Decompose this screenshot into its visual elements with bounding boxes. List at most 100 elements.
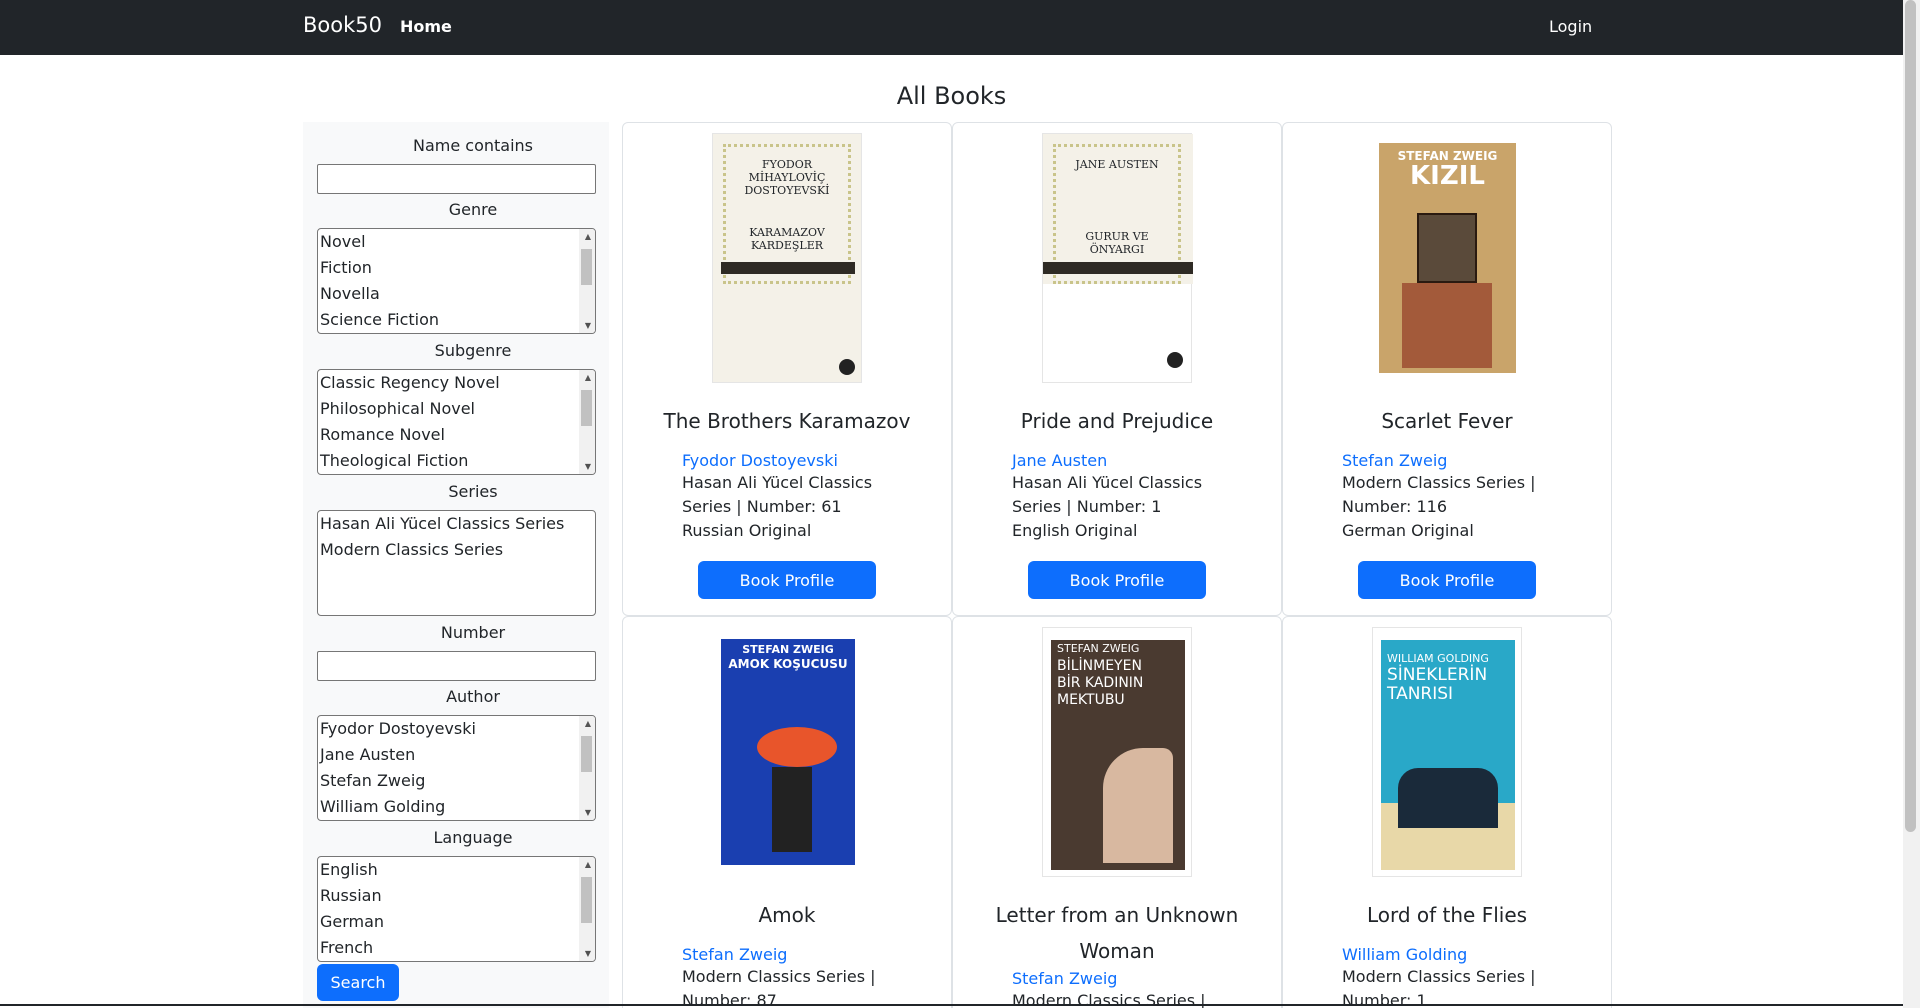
subgenre-select[interactable]: Classic Regency Novel Philosophical Nove… (317, 369, 596, 475)
book-number-line: Number: 116 (1342, 497, 1448, 516)
author-option[interactable]: Fyodor Dostoyevski (318, 716, 595, 742)
genre-option[interactable]: Novella (318, 281, 595, 307)
book-title: Letter from an Unknown Woman (995, 903, 1239, 963)
cover-title-text: GURUR VE ÖNYARGI (1085, 230, 1149, 256)
book-profile-button[interactable]: Book Profile (1028, 561, 1206, 599)
language-option[interactable]: French (318, 935, 595, 961)
book-language-line: Russian Original (682, 521, 812, 540)
series-select[interactable]: Hasan Ali Yücel Classics Series Modern C… (317, 510, 596, 616)
book-series-line: Modern Classics Series | (1342, 473, 1536, 492)
book-title: The Brothers Karamazov (663, 409, 911, 433)
book-card: JANE AUSTEN GURUR VE ÖNYARGI Pride and P… (952, 122, 1282, 616)
subgenre-filter-label: Subgenre (434, 341, 512, 360)
book-series-line: Modern Classics Series | (1342, 967, 1536, 986)
page-scrollbar-thumb[interactable] (1905, 0, 1916, 832)
name-filter-label: Name contains (412, 136, 533, 155)
window-bottom-edge (0, 1004, 1903, 1006)
number-filter-label: Number (440, 623, 506, 642)
book-cover-image[interactable]: FYODOR MİHAYLOVİÇ DOSTOYEVSKİ KARAMAZOV … (712, 133, 862, 383)
book-language-line: German Original (1342, 521, 1474, 540)
cover-author-text: STEFAN ZWEIG (742, 643, 834, 656)
language-select[interactable]: English Russian German French ▲ ▼ (317, 856, 596, 962)
book-language-line: English Original (1012, 521, 1138, 540)
book-card: STEFAN ZWEIG KIZIL Scarlet Fever Stefan … (1282, 122, 1612, 616)
genre-select[interactable]: Novel Fiction Novella Science Fiction ▲ ▼ (317, 228, 596, 334)
book-title: Pride and Prejudice (1020, 409, 1214, 433)
book-author-link[interactable]: Jane Austen (1012, 451, 1107, 470)
book-card: STEFAN ZWEIG AMOK KOŞUCUSU Amok Stefan Z… (622, 616, 952, 1008)
search-button[interactable]: Search (317, 964, 399, 1001)
nav-home-link[interactable]: Home (400, 17, 452, 36)
page-title: All Books (896, 82, 1007, 110)
book-author-link[interactable]: Stefan Zweig (1342, 451, 1447, 470)
book-profile-button[interactable]: Book Profile (1358, 561, 1536, 599)
cover-title-text: BİLİNMEYEN BİR KADININ MEKTUBU (1057, 658, 1144, 708)
language-filter-label: Language (433, 828, 513, 847)
number-filter-input[interactable] (317, 651, 596, 681)
subgenre-scrollbar[interactable]: ▲ ▼ (579, 370, 595, 474)
genre-option[interactable]: Novel (318, 229, 595, 255)
scroll-down-icon[interactable]: ▼ (585, 463, 591, 471)
book-meta: Hasan Ali Yücel Classics Series | Number… (1012, 471, 1232, 543)
book-cover-image[interactable]: STEFAN ZWEIG BİLİNMEYEN BİR KADININ MEKT… (1042, 627, 1192, 877)
book-author-link[interactable]: Stefan Zweig (1012, 969, 1117, 988)
author-option[interactable]: Stefan Zweig (318, 768, 595, 794)
subgenre-option[interactable]: Classic Regency Novel (318, 370, 595, 396)
book-card: WILLIAM GOLDING SİNEKLERİN TANRISI Lord … (1282, 616, 1612, 1008)
book-cover-image[interactable]: STEFAN ZWEIG KIZIL (1372, 133, 1522, 383)
cover-title-text: SİNEKLERİN TANRISI (1387, 665, 1488, 704)
book-author-link[interactable]: William Golding (1342, 945, 1467, 964)
scroll-up-icon[interactable]: ▲ (585, 374, 591, 382)
book-meta: Hasan Ali Yücel Classics Series | Number… (682, 471, 902, 543)
subgenre-option[interactable]: Theological Fiction (318, 448, 595, 474)
cover-author-text: WILLIAM GOLDING (1387, 652, 1489, 665)
book-card: FYODOR MİHAYLOVİÇ DOSTOYEVSKİ KARAMAZOV … (622, 122, 952, 616)
series-option[interactable]: Hasan Ali Yücel Classics Series (318, 511, 595, 537)
cover-title-text: KIZIL (1410, 161, 1485, 191)
author-filter-label: Author (446, 687, 500, 706)
language-option[interactable]: German (318, 909, 595, 935)
cover-title-text: KARAMAZOV KARDEŞLER (749, 226, 825, 252)
author-scrollbar[interactable]: ▲ ▼ (579, 716, 595, 820)
navbar: Book50 Home Login (0, 0, 1903, 55)
book-meta: Modern Classics Series | Number: 87 (682, 965, 902, 1008)
book-meta: Modern Classics Series | Number: 116 Ger… (1342, 471, 1562, 543)
subgenre-option[interactable]: Romance Novel (318, 422, 595, 448)
book-series-line: Modern Classics Series | (682, 967, 876, 986)
language-scrollbar[interactable]: ▲ ▼ (579, 857, 595, 961)
scroll-up-icon[interactable]: ▲ (585, 861, 591, 869)
brand-link[interactable]: Book50 (303, 13, 382, 37)
cover-author-text: JANE AUSTEN (1075, 158, 1159, 171)
subgenre-option[interactable]: Philosophical Novel (318, 396, 595, 422)
book-number-line: Series | Number: 1 (1012, 497, 1162, 516)
book-title: Lord of the Flies (1366, 903, 1528, 927)
language-option[interactable]: Russian (318, 883, 595, 909)
cover-author-text: STEFAN ZWEIG (1057, 642, 1140, 655)
book-profile-button[interactable]: Book Profile (698, 561, 876, 599)
scroll-up-icon[interactable]: ▲ (585, 233, 591, 241)
nav-login-link[interactable]: Login (1549, 17, 1592, 36)
name-filter-input[interactable] (317, 164, 596, 194)
series-option[interactable]: Modern Classics Series (318, 537, 595, 563)
genre-option[interactable]: Fiction (318, 255, 595, 281)
scroll-down-icon[interactable]: ▼ (585, 809, 591, 817)
book-cover-image[interactable]: STEFAN ZWEIG AMOK KOŞUCUSU (712, 627, 862, 877)
book-author-link[interactable]: Fyodor Dostoyevski (682, 451, 838, 470)
book-series-line: Hasan Ali Yücel Classics (1012, 473, 1203, 492)
book-number-line: Series | Number: 61 (682, 497, 842, 516)
genre-scrollbar[interactable]: ▲ ▼ (579, 229, 595, 333)
author-option[interactable]: William Golding (318, 794, 595, 820)
author-option[interactable]: Jane Austen (318, 742, 595, 768)
book-cover-image[interactable]: WILLIAM GOLDING SİNEKLERİN TANRISI (1372, 627, 1522, 877)
book-author-link[interactable]: Stefan Zweig (682, 945, 787, 964)
book-series-line: Hasan Ali Yücel Classics (682, 473, 873, 492)
book-title: Amok (758, 903, 816, 927)
book-cover-image[interactable]: JANE AUSTEN GURUR VE ÖNYARGI (1042, 133, 1193, 383)
scroll-down-icon[interactable]: ▼ (585, 950, 591, 958)
genre-filter-label: Genre (448, 200, 498, 219)
scroll-up-icon[interactable]: ▲ (585, 720, 591, 728)
author-select[interactable]: Fyodor Dostoyevski Jane Austen Stefan Zw… (317, 715, 596, 821)
genre-option[interactable]: Science Fiction (318, 307, 595, 333)
scroll-down-icon[interactable]: ▼ (585, 322, 591, 330)
language-option[interactable]: English (318, 857, 595, 883)
